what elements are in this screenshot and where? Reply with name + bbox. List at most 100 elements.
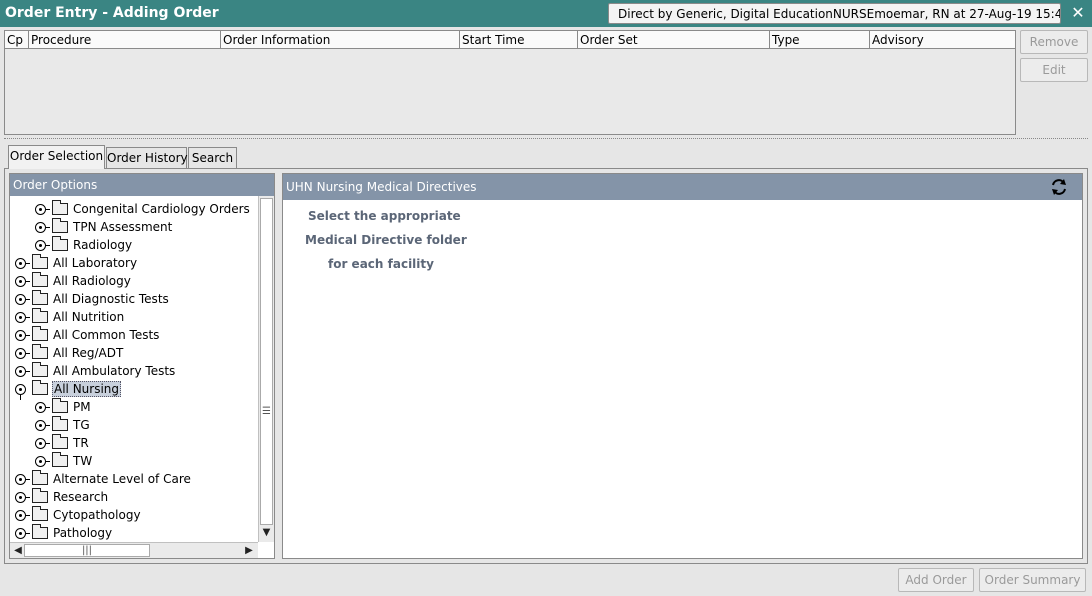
title-bar: Order Entry - Adding Order Direct by Gen… [0,0,1092,27]
folder-icon [32,344,48,359]
remove-button[interactable]: Remove [1020,30,1088,54]
folder-icon [32,380,48,395]
expand-toggle-icon[interactable] [35,239,50,251]
tree-node[interactable]: All Nutrition [15,308,125,326]
tree-node-label[interactable]: TG [72,418,91,432]
tree-node[interactable]: Congenital Cardiology Orders [35,200,251,218]
tree-node-label[interactable]: TW [72,454,93,468]
tree-node-label[interactable]: All Radiology [52,274,132,288]
expand-toggle-icon[interactable] [15,365,30,377]
column-header-order-information[interactable]: Order Information [221,31,460,48]
refresh-icon[interactable] [1050,178,1068,196]
tree-node-label[interactable]: All Ambulatory Tests [52,364,176,378]
column-header-type[interactable]: Type [770,31,870,48]
close-icon[interactable]: ✕ [1068,3,1088,23]
tab-search[interactable]: Search [188,147,237,168]
expand-toggle-icon[interactable] [15,257,30,269]
tree-node-label[interactable]: All Reg/ADT [52,346,124,360]
tree-horizontal-scrollbar[interactable]: ◀ ||| ▶ [10,542,258,558]
tree-node-label[interactable]: TR [72,436,90,450]
tree-node-label[interactable]: Radiology [72,238,133,252]
folder-icon [52,398,68,413]
expand-toggle-icon[interactable] [15,311,30,323]
orders-table[interactable]: Cp Procedure Order Information Start Tim… [4,30,1016,135]
directive-instruction-line: for each facility [328,257,434,271]
tree-node[interactable]: All Common Tests [15,326,160,344]
expand-toggle-icon[interactable] [35,437,50,449]
expand-toggle-icon[interactable] [15,293,30,305]
tree-node[interactable]: All Laboratory [15,254,138,272]
directive-instruction-line: Medical Directive folder [305,233,467,247]
tree-node-label[interactable]: Alternate Level of Care [52,472,192,486]
directive-instruction-line: Select the appropriate [308,209,461,223]
tree-node-label[interactable]: All Diagnostic Tests [52,292,170,306]
tree-node[interactable]: TG [35,416,91,434]
order-summary-button[interactable]: Order Summary [979,568,1086,592]
folder-icon [32,326,48,341]
tab-order-history[interactable]: Order History [106,147,188,168]
folder-icon [52,236,68,251]
tree-node-label[interactable]: PM [72,400,92,414]
edit-button[interactable]: Edit [1020,58,1088,82]
tree-node[interactable]: Alternate Level of Care [15,470,192,488]
tree-node[interactable]: TR [35,434,90,452]
scroll-grip-icon: ☰ [262,406,271,417]
tree-node[interactable]: All Ambulatory Tests [15,362,176,380]
scroll-right-icon[interactable]: ▶ [241,543,257,558]
folder-icon [52,434,68,449]
window-title: Order Entry - Adding Order [5,5,219,21]
tree-node[interactable]: All Diagnostic Tests [15,290,170,308]
tree-node[interactable]: PM [35,398,92,416]
tree-node[interactable]: All Nursing [15,380,122,400]
expand-toggle-icon[interactable] [35,221,50,233]
tree-vertical-scrollbar[interactable]: ▲ ☰ ▼ [258,196,274,542]
expand-toggle-icon[interactable] [15,347,30,359]
column-header-start-time[interactable]: Start Time [460,31,578,48]
scroll-thumb[interactable] [260,198,273,525]
tree-node-label[interactable]: Pathology [52,526,113,540]
tab-order-selection[interactable]: Order Selection [8,145,105,169]
tree-node[interactable]: Research [15,488,109,506]
expand-toggle-icon[interactable] [35,419,50,431]
expand-toggle-icon[interactable] [15,509,30,521]
tree-node-label[interactable]: All Nutrition [52,310,125,324]
directive-panel-title: UHN Nursing Medical Directives [286,180,477,194]
folder-icon [52,416,68,431]
tree-node[interactable]: Cytopathology [15,506,142,524]
column-header-order-set[interactable]: Order Set [578,31,770,48]
column-header-cp[interactable]: Cp [5,31,29,48]
expand-toggle-icon[interactable] [35,203,50,215]
tree-node-label[interactable]: Cytopathology [52,508,142,522]
order-options-tree[interactable]: Congenital Cardiology Orders TPN Assessme… [10,196,258,542]
expand-toggle-icon[interactable] [15,329,30,341]
collapse-toggle-icon[interactable] [15,383,26,400]
column-header-procedure[interactable]: Procedure [29,31,221,48]
expand-toggle-icon[interactable] [15,275,30,287]
order-options-panel: Order Options Congenital Cardiology Orde… [9,173,275,559]
tree-node-label[interactable]: All Common Tests [52,328,160,342]
tree-node[interactable]: Pathology [15,524,113,542]
expand-toggle-icon[interactable] [15,527,30,539]
expand-toggle-icon[interactable] [35,455,50,467]
tree-node-label[interactable]: All Laboratory [52,256,138,270]
expand-toggle-icon[interactable] [15,491,30,503]
scroll-down-icon[interactable]: ▼ [259,525,274,541]
tree-node-label[interactable]: Research [52,490,109,504]
order-options-header: Order Options [10,174,274,196]
tree-node[interactable]: Radiology [35,236,133,254]
user-info-field: Direct by Generic, Digital EducationNURS… [608,3,1061,24]
tree-node[interactable]: All Reg/ADT [15,344,124,362]
column-header-advisory[interactable]: Advisory [870,31,1015,48]
tree-node-label[interactable]: TPN Assessment [72,220,173,234]
expand-toggle-icon[interactable] [35,401,50,413]
folder-icon [32,290,48,305]
expand-toggle-icon[interactable] [15,473,30,485]
tree-node[interactable]: TW [35,452,93,470]
add-order-button[interactable]: Add Order [898,568,974,592]
tree-node[interactable]: TPN Assessment [35,218,173,236]
tree-node[interactable]: All Radiology [15,272,132,290]
directive-panel: UHN Nursing Medical Directives Select th… [282,173,1083,559]
tree-node-label[interactable]: Congenital Cardiology Orders [72,202,251,216]
tree-node-label[interactable]: All Nursing [52,381,122,397]
horizontal-scroll-thumb[interactable]: ||| [24,544,150,557]
